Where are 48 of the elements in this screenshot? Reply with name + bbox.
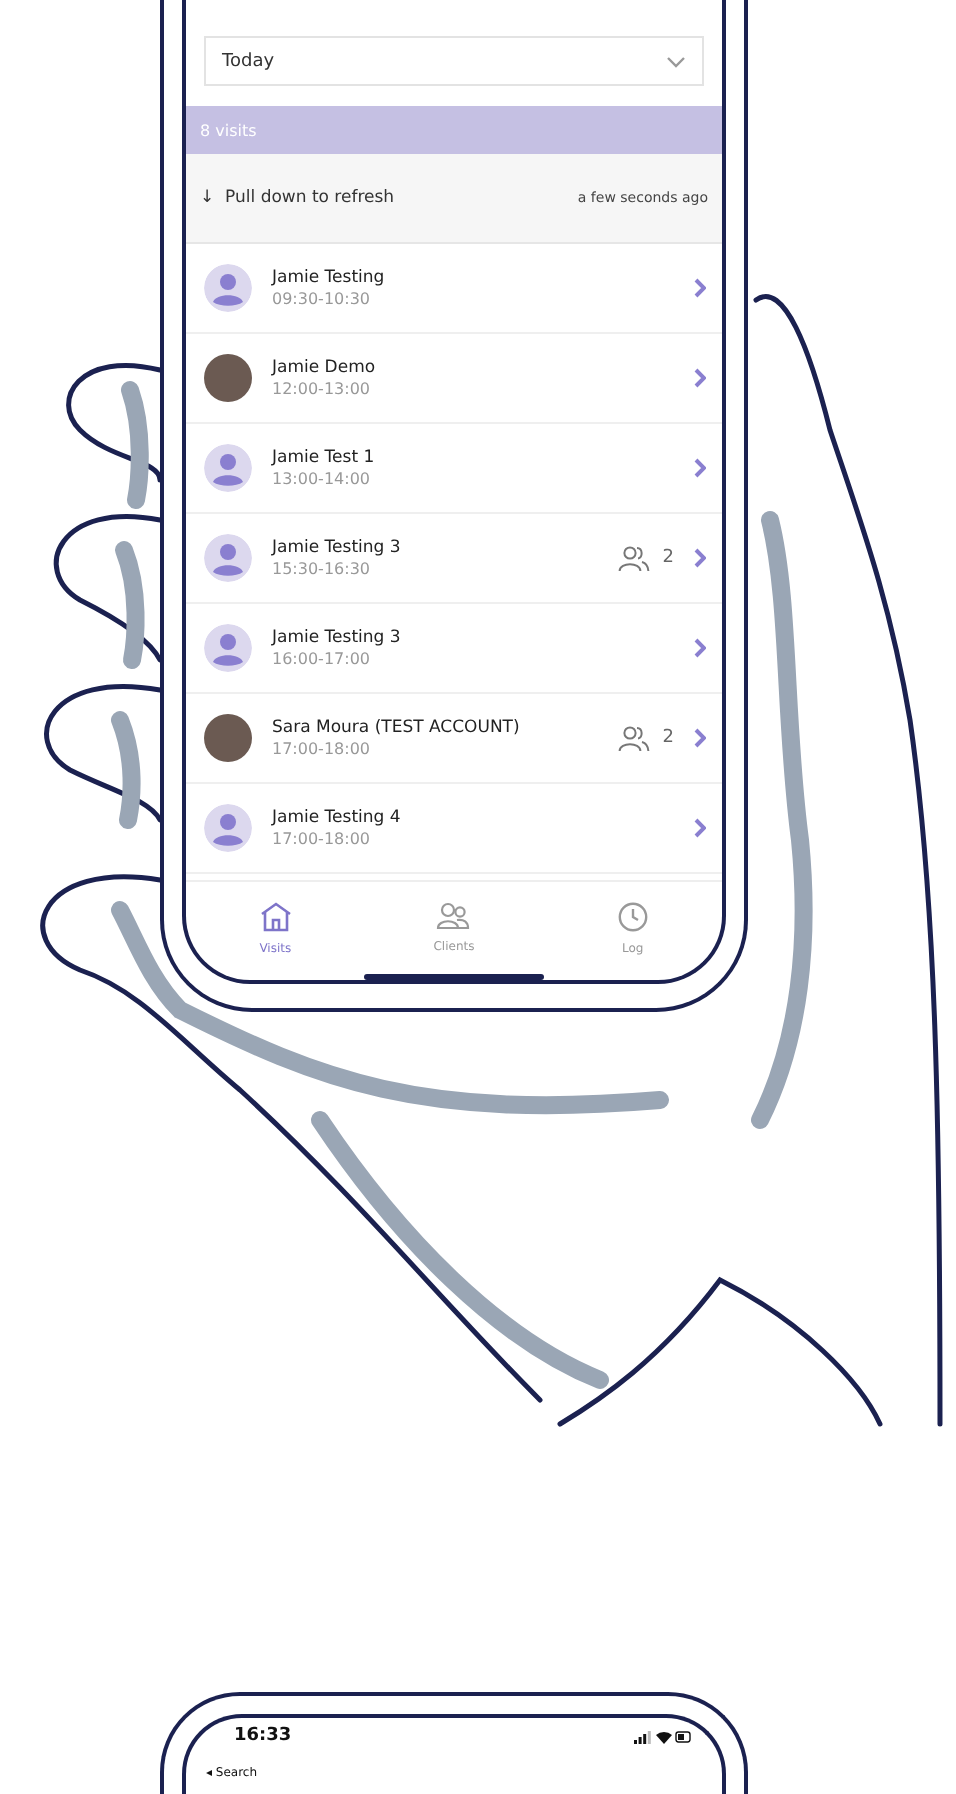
visit-time: 09:30-10:30 [272, 290, 372, 308]
guest-count: 2 [662, 548, 674, 568]
chevron-right-icon [694, 458, 706, 478]
client-name: Jamie Testing 3 [272, 628, 403, 648]
client-name: Jamie Test 1 [272, 448, 377, 468]
avatar-icon [204, 534, 252, 582]
visit-time: 12:00-13:00 [272, 380, 372, 398]
visit-list-item[interactable]: Jamie Testing 3 16:00-17:00 [186, 604, 722, 694]
avatar-icon [204, 444, 252, 492]
visit-list-item[interactable]: Jamie Testing 3 15:30-16:30 2 [186, 514, 722, 604]
avatar-icon [204, 624, 252, 672]
visit-time: 17:00-18:00 [272, 740, 372, 758]
visit-time: 17:00-18:00 [272, 830, 372, 848]
clock-icon [617, 901, 648, 931]
home-icon [259, 901, 292, 931]
visit-time: 13:00-14:00 [272, 470, 372, 488]
status-time: 16:33 [234, 1726, 292, 1746]
chevron-right-icon [694, 638, 706, 658]
avatar-photo-placeholder [204, 714, 252, 762]
visit-list-item[interactable]: Jamie Demo 12:00-13:00 [186, 334, 722, 424]
chevron-right-icon [694, 728, 706, 748]
avatar-icon [204, 264, 252, 312]
client-name: Jamie Testing [272, 268, 387, 288]
visit-time: 15:30-16:30 [272, 560, 372, 578]
visit-count-bar: 8 visits [186, 106, 722, 154]
guest-count: 2 [662, 728, 674, 748]
client-name: Jamie Testing 4 [272, 808, 403, 828]
chevron-down-icon [666, 55, 686, 67]
visit-list-item[interactable]: Jamie Test 1 13:00-14:00 [186, 424, 722, 514]
chevron-right-icon [694, 278, 706, 298]
chevron-right-icon [694, 548, 706, 568]
people-icon [618, 725, 651, 751]
visit-list-item[interactable]: Jamie Testing 4 17:00-18:00 [186, 784, 722, 874]
date-filter-dropdown[interactable]: Today [204, 36, 704, 86]
chevron-right-icon [694, 368, 706, 388]
pull-refresh-label: ↓ Pull down to refresh [200, 188, 395, 208]
visit-list-item[interactable]: Sara Moura (TEST ACCOUNT) 17:00-18:00 2 [186, 694, 722, 784]
client-name: Jamie Testing 3 [272, 538, 403, 558]
chevron-right-icon [694, 818, 706, 838]
visit-time: 16:00-17:00 [272, 650, 372, 668]
visit-list-item[interactable]: Jamie Testing 09:30-10:30 [186, 244, 722, 334]
people-icon [618, 545, 651, 571]
avatar-photo-placeholder [204, 354, 252, 402]
client-name: Sara Moura (TEST ACCOUNT) [272, 718, 522, 738]
people-icon [436, 902, 471, 930]
status-icons [634, 1729, 694, 1743]
avatar-icon [204, 804, 252, 852]
client-name: Jamie Demo [272, 358, 378, 378]
